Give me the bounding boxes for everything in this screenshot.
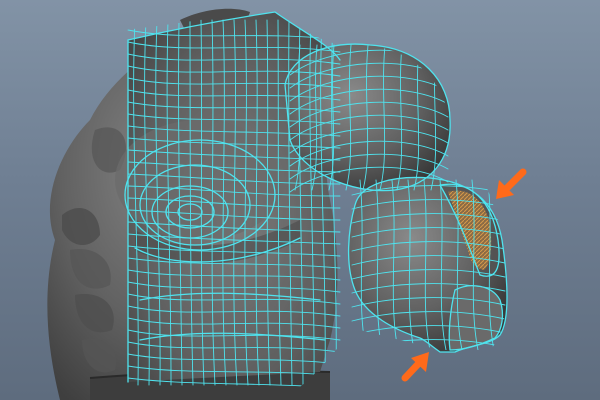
annotation-arrow-upper [496,168,527,199]
3d-viewport[interactable] [0,0,600,400]
viewport-scene [47,8,527,400]
annotation-arrow-lower [401,352,429,382]
